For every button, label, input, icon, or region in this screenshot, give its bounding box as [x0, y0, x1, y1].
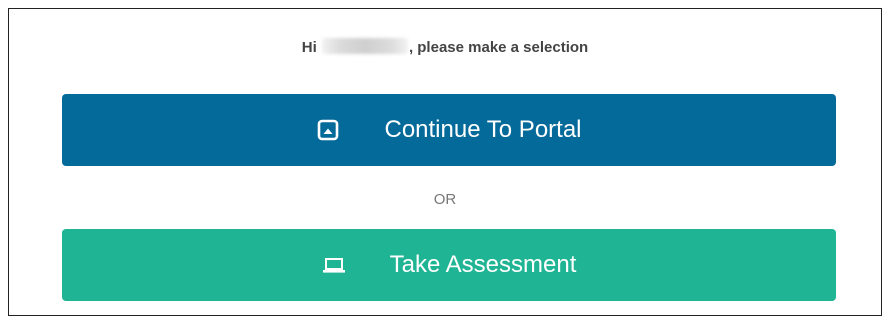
greeting-suffix: , please make a selection: [408, 39, 589, 56]
portal-square-icon: [316, 118, 340, 142]
selection-panel: Hi , please make a selection Continue To…: [8, 8, 882, 316]
or-divider: OR: [433, 191, 457, 208]
take-assessment-button[interactable]: Take Assessment: [62, 229, 836, 301]
continue-to-portal-label: Continue To Portal: [384, 116, 582, 143]
continue-to-portal-button[interactable]: Continue To Portal: [62, 94, 836, 166]
laptop-icon: [322, 253, 346, 277]
redacted-user-name: [321, 38, 408, 54]
greeting-text: Hi , please make a selection: [9, 38, 881, 56]
greeting-prefix: Hi: [301, 39, 317, 56]
take-assessment-label: Take Assessment: [389, 251, 577, 278]
